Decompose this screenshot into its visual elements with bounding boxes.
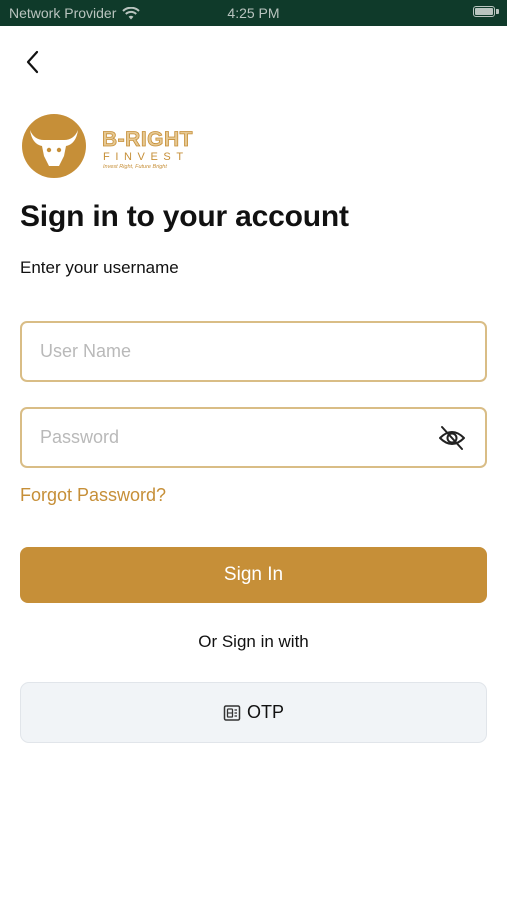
logo-line2: FINVEST	[103, 151, 189, 163]
toggle-password-visibility[interactable]	[437, 424, 467, 452]
status-time: 4:25 PM	[227, 5, 280, 21]
status-bar: Network Provider 4:25 PM	[0, 0, 507, 26]
sign-in-button[interactable]: Sign In	[20, 547, 487, 603]
page-subtitle: Enter your username	[20, 258, 179, 277]
brand-logo: B-RIGHT FINVEST Invest Right, Future Bri…	[20, 114, 210, 180]
eye-off-icon	[439, 426, 465, 450]
battery-icon	[473, 6, 495, 17]
otp-label: OTP	[246, 702, 284, 722]
sim-card-icon	[223, 704, 241, 721]
username-field[interactable]	[20, 321, 487, 382]
sign-in-label: Sign In	[223, 564, 284, 585]
password-input[interactable]	[40, 409, 440, 466]
logo-tagline: Invest Right, Future Bright	[103, 164, 167, 170]
username-input[interactable]	[40, 323, 440, 380]
alt-signin-prompt: Or Sign in with	[198, 632, 309, 651]
logo-line1: B-RIGHT	[102, 128, 193, 151]
back-button[interactable]	[20, 48, 46, 76]
forgot-password-link[interactable]: Forgot Password?	[20, 485, 166, 506]
chevron-left-icon	[26, 50, 39, 74]
password-field[interactable]	[20, 407, 487, 468]
otp-signin-button[interactable]: OTP	[20, 682, 487, 743]
battery-nub	[496, 9, 499, 14]
page-title: Sign in to your account	[20, 200, 349, 233]
